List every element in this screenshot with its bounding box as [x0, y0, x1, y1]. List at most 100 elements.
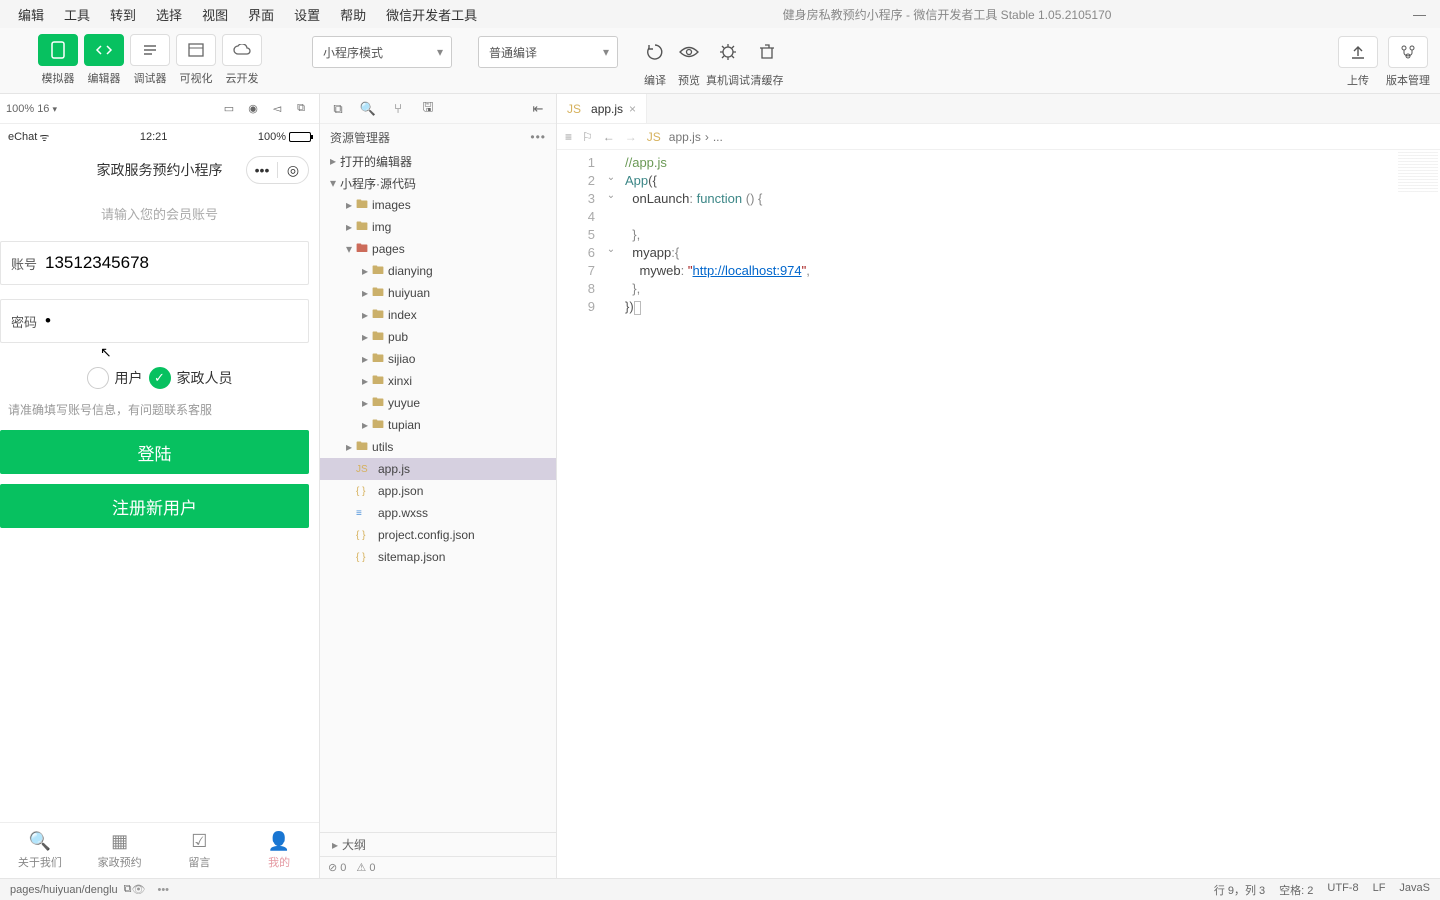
- folder-huiyuan[interactable]: ▸🖿huiyuan: [320, 282, 556, 304]
- menu-help[interactable]: 帮助: [330, 5, 376, 24]
- status-path[interactable]: pages/huiyuan/denglu⧉: [10, 883, 132, 896]
- file-app-js[interactable]: JSapp.js: [320, 458, 556, 480]
- save-icon[interactable]: 🖫: [418, 98, 438, 120]
- more-icon[interactable]: •••: [157, 884, 169, 896]
- file-project-config-json[interactable]: { }project.config.json: [320, 524, 556, 546]
- explorer-more[interactable]: •••: [530, 130, 546, 144]
- collapse-icon[interactable]: ⇤: [528, 101, 548, 117]
- cloud-toggle[interactable]: [222, 34, 262, 66]
- copy-icon[interactable]: ⧉: [124, 883, 132, 896]
- menu-devtools[interactable]: 微信开发者工具: [376, 5, 487, 24]
- indent-info[interactable]: 空格: 2: [1279, 882, 1313, 898]
- cursor-position[interactable]: 行 9，列 3: [1214, 882, 1265, 898]
- window-minimize[interactable]: —: [1407, 7, 1432, 22]
- lbl-compile: 编译: [644, 72, 666, 88]
- tab-close[interactable]: ×: [629, 102, 636, 116]
- menu-select[interactable]: 选择: [146, 5, 192, 24]
- folder-tupian[interactable]: ▸🖿tupian: [320, 414, 556, 436]
- explorer-footer: ⊘ 0 ⚠ 0: [320, 856, 556, 878]
- compile-select[interactable]: 普通编译: [478, 36, 618, 68]
- bookmark-icon[interactable]: ⚐: [582, 130, 593, 144]
- folder-images[interactable]: ▸🖿images: [320, 194, 556, 216]
- phone-navbar: 家政服务预约小程序 ••• ◎: [0, 150, 319, 190]
- tab-about[interactable]: 🔍关于我们: [0, 823, 80, 878]
- editor-toggle[interactable]: [84, 34, 124, 66]
- section-opened-editors[interactable]: ▸打开的编辑器: [320, 150, 556, 172]
- menu-layout[interactable]: 界面: [238, 5, 284, 24]
- register-button[interactable]: 注册新用户: [0, 484, 309, 528]
- minimap[interactable]: [1398, 152, 1438, 192]
- compile-button[interactable]: [638, 36, 672, 68]
- clear-cache-button[interactable]: [750, 36, 784, 68]
- capsule-menu[interactable]: •••: [247, 162, 277, 178]
- nav-forward-icon[interactable]: →: [625, 130, 637, 144]
- search-icon[interactable]: 🔍: [358, 101, 378, 117]
- menu-view[interactable]: 视图: [192, 5, 238, 24]
- tab-message[interactable]: ☑留言: [160, 823, 240, 878]
- nav-back-icon[interactable]: ←: [603, 130, 615, 144]
- menu-bar: 编辑 工具 转到 选择 视图 界面 设置 帮助 微信开发者工具 健身房私教预约小…: [0, 0, 1440, 28]
- remote-debug-button[interactable]: [711, 36, 745, 68]
- file-app-wxss[interactable]: ≡app.wxss: [320, 502, 556, 524]
- password-input[interactable]: [45, 311, 298, 331]
- section-project[interactable]: ▾小程序·源代码: [320, 172, 556, 194]
- file-app-json[interactable]: { }app.json: [320, 480, 556, 502]
- preview-button[interactable]: [672, 36, 706, 68]
- folder-pub[interactable]: ▸🖿pub: [320, 326, 556, 348]
- menu-tools[interactable]: 工具: [54, 5, 100, 24]
- folder-img[interactable]: ▸🖿img: [320, 216, 556, 238]
- folder-icon: 🖿: [372, 415, 384, 436]
- warning-count[interactable]: ⚠ 0: [356, 861, 375, 874]
- list-icon[interactable]: ≡: [565, 130, 572, 144]
- folder-sijiao[interactable]: ▸🖿sijiao: [320, 348, 556, 370]
- radio-user[interactable]: [87, 367, 109, 389]
- folder-xinxi[interactable]: ▸🖿xinxi: [320, 370, 556, 392]
- error-count[interactable]: ⊘ 0: [328, 861, 346, 874]
- menu-settings[interactable]: 设置: [284, 5, 330, 24]
- breadcrumb-path[interactable]: JS app.js › ...: [647, 130, 723, 144]
- eye-icon[interactable]: 👁: [132, 883, 146, 896]
- files-icon[interactable]: ⧉: [328, 101, 348, 117]
- account-input[interactable]: [45, 253, 298, 273]
- zoom-level[interactable]: 100% 16 ▾: [6, 103, 57, 115]
- capsule-close[interactable]: ◎: [278, 162, 308, 179]
- code-editor[interactable]: 123456789 ⌄⌄⌄ //app.jsApp({ onLaunch: fu…: [557, 150, 1440, 878]
- record-icon[interactable]: ◉: [241, 102, 265, 115]
- tab-booking[interactable]: ▦家政预约: [80, 823, 160, 878]
- lang-info[interactable]: JavaS: [1399, 882, 1430, 898]
- folder-pages[interactable]: ▾🖿pages: [320, 238, 556, 260]
- editor-tabs: JS app.js ×: [557, 94, 1440, 124]
- folder-utils[interactable]: ▸🖿utils: [320, 436, 556, 458]
- radio-staff[interactable]: ✓: [149, 367, 171, 389]
- simulator-toggle[interactable]: [38, 34, 78, 66]
- version-button[interactable]: [1388, 36, 1428, 68]
- folder-index[interactable]: ▸🖿index: [320, 304, 556, 326]
- file-sitemap-json[interactable]: { }sitemap.json: [320, 546, 556, 568]
- eol-info[interactable]: LF: [1373, 882, 1386, 898]
- menu-goto[interactable]: 转到: [100, 5, 146, 24]
- branch-icon[interactable]: ⑂: [388, 101, 408, 116]
- tab-mine[interactable]: 👤我的: [239, 823, 319, 878]
- upload-button[interactable]: [1338, 36, 1378, 68]
- explorer-panel: ⧉ 🔍 ⑂ 🖫 ⇤ 资源管理器 ••• ▸打开的编辑器 ▾小程序·源代码 ▸🖿i…: [320, 94, 557, 878]
- folder-yuyue[interactable]: ▸🖿yuyue: [320, 392, 556, 414]
- pages-icon[interactable]: ⧉: [289, 102, 313, 115]
- outline-section[interactable]: ▸大纲: [320, 832, 556, 856]
- status-time: 12:21: [49, 131, 257, 143]
- tab-app-js[interactable]: JS app.js ×: [557, 94, 647, 123]
- mode-select[interactable]: 小程序模式: [312, 36, 452, 68]
- encoding-info[interactable]: UTF-8: [1327, 882, 1358, 898]
- code-content[interactable]: //app.jsApp({ onLaunch: function () { },…: [619, 150, 1440, 878]
- login-button[interactable]: 登陆: [0, 430, 309, 474]
- folder-icon: 🖿: [372, 393, 384, 414]
- status-battery: 100%: [258, 131, 311, 143]
- folder-dianying[interactable]: ▸🖿dianying: [320, 260, 556, 282]
- radio-staff-label: 家政人员: [177, 368, 233, 388]
- js-file-icon: JS: [647, 130, 661, 144]
- device-icon[interactable]: ▭: [217, 102, 241, 115]
- debugger-toggle[interactable]: [130, 34, 170, 66]
- visual-toggle[interactable]: [176, 34, 216, 66]
- battery-icon: [289, 132, 311, 142]
- menu-edit[interactable]: 编辑: [8, 5, 54, 24]
- back-icon[interactable]: ◅: [265, 102, 289, 115]
